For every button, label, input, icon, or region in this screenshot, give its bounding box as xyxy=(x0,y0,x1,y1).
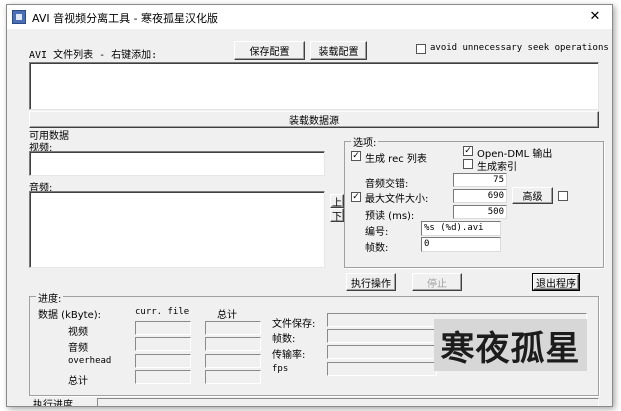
curr-file-total-field xyxy=(135,370,191,384)
move-down-button[interactable]: 下 xyxy=(330,208,344,223)
frames-label: 帧数: xyxy=(365,243,389,254)
gen-rec-label: 生成 rec 列表 xyxy=(365,154,427,165)
exec-progress-label: 执行进度 xyxy=(33,400,73,407)
progress-row-audio: 音频 xyxy=(68,343,88,354)
stop-button[interactable]: 停止 xyxy=(412,273,462,291)
total-audio-field xyxy=(205,337,261,351)
fps-label: fps xyxy=(272,364,289,374)
total-overhead-field xyxy=(205,354,261,368)
audio-stream-list[interactable] xyxy=(29,191,325,268)
watermark-logo: 寒夜孤星 xyxy=(434,319,587,371)
advanced-checkbox[interactable] xyxy=(558,191,568,201)
transfer-rate-label: 传输率: xyxy=(272,350,306,361)
advanced-button[interactable]: 高级 xyxy=(512,187,553,204)
curr-file-overhead-field xyxy=(135,354,191,368)
file-save-label: 文件保存: xyxy=(272,319,316,330)
gen-index-label: 生成索引 xyxy=(477,162,517,173)
progress-row-video: 视频 xyxy=(68,327,88,338)
frames-field xyxy=(327,329,437,343)
video-stream-list[interactable] xyxy=(29,151,325,176)
close-button[interactable]: ✕ xyxy=(584,8,606,26)
data-kbyte-label: 数据 (kByte): xyxy=(38,310,101,321)
curr-file-video-field xyxy=(135,321,191,335)
max-file-size-label: 最大文件大小: xyxy=(365,194,429,205)
progress-row-overhead: overhead xyxy=(68,356,112,366)
save-config-button[interactable]: 保存配置 xyxy=(234,41,305,60)
gen-index-checkbox[interactable] xyxy=(463,159,473,169)
max-file-size-input[interactable]: 690 xyxy=(453,189,507,203)
execute-button[interactable]: 执行操作 xyxy=(346,273,396,291)
load-config-button[interactable]: 装载配置 xyxy=(310,41,367,60)
audio-interleave-input[interactable]: 75 xyxy=(453,173,507,187)
load-source-button[interactable]: 装载数据源 xyxy=(29,111,599,128)
title-bar: AVI 音视频分离工具 - 寒夜孤星汉化版 ✕ xyxy=(7,5,612,29)
exit-button[interactable]: 退出程序 xyxy=(532,273,580,291)
max-file-size-checkbox[interactable]: ✓ xyxy=(351,192,361,202)
opendml-checkbox[interactable]: ✓ xyxy=(463,146,473,156)
curr-file-audio-field xyxy=(135,337,191,351)
total-total-field xyxy=(205,370,261,384)
move-up-button[interactable]: 上 xyxy=(330,194,344,209)
numbering-label: 编号: xyxy=(365,227,389,238)
numbering-input[interactable]: %s (%d).avi xyxy=(421,221,501,236)
gen-rec-checkbox[interactable]: ✓ xyxy=(351,151,361,161)
preload-label: 预读 (ms): xyxy=(365,211,415,222)
fps-field xyxy=(327,362,437,376)
avoid-seek-checkbox[interactable] xyxy=(416,44,426,54)
watermark-text: 寒夜孤星 xyxy=(440,328,581,369)
transfer-rate-field xyxy=(327,345,437,359)
total-video-field xyxy=(205,321,261,335)
frames-progress-label: 帧数: xyxy=(272,334,296,345)
app-icon xyxy=(12,10,26,24)
avoid-seek-label: avoid unnecessary seek operations xyxy=(430,43,609,53)
audio-interleave-label: 音频交错: xyxy=(365,179,409,190)
options-title: 选项: xyxy=(351,134,379,149)
main-window: AVI 音视频分离工具 - 寒夜孤星汉化版 ✕ AVI 文件列表 - 右键添加:… xyxy=(6,4,613,407)
total-header: 总计 xyxy=(217,310,237,321)
exec-progress-bar xyxy=(97,398,599,406)
progress-row-total: 总计 xyxy=(68,376,88,387)
preload-input[interactable]: 500 xyxy=(453,205,507,219)
window-title: AVI 音视频分离工具 - 寒夜孤星汉化版 xyxy=(32,12,219,25)
curr-file-header: curr. file xyxy=(135,307,190,317)
progress-title: 进度: xyxy=(36,290,64,305)
avi-file-list[interactable] xyxy=(29,62,599,110)
frames-input[interactable]: 0 xyxy=(421,237,501,252)
avi-file-list-label: AVI 文件列表 - 右键添加: xyxy=(29,50,158,61)
